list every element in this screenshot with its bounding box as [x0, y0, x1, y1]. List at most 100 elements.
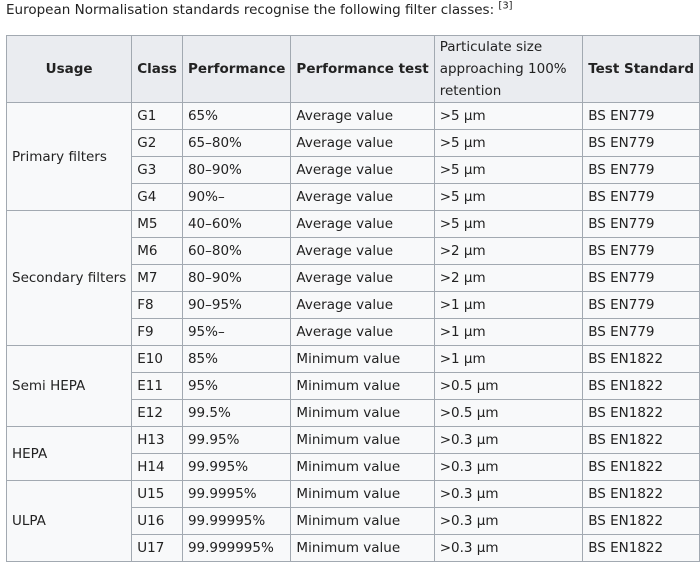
particulate-size-cell: >0.3 µm — [433, 507, 584, 535]
class-cell: G4 — [131, 183, 183, 211]
test-standard-cell: BS EN779 — [582, 210, 700, 238]
usage-cell: ULPA — [5, 480, 133, 562]
class-cell: U16 — [131, 507, 183, 535]
test-standard-cell: BS EN1822 — [582, 345, 700, 373]
particulate-size-cell: >5 µm — [433, 210, 584, 238]
header-performance: Performance — [181, 35, 292, 103]
performance-cell: 80–90% — [181, 156, 292, 184]
test-standard-cell: BS EN1822 — [582, 480, 700, 508]
class-cell: U15 — [131, 480, 183, 508]
particulate-size-cell: >1 µm — [433, 291, 584, 319]
performance-cell: 90%– — [181, 183, 292, 211]
particulate-size-cell: >1 µm — [433, 318, 584, 346]
reference-link[interactable]: [3] — [498, 1, 512, 12]
class-cell: G3 — [131, 156, 183, 184]
class-cell: G2 — [131, 129, 183, 157]
table-row: HEPA H13 99.95% Minimum value >0.3 µm BS EN18… — [5, 426, 700, 481]
performance-test-cell: Minimum value — [290, 534, 435, 562]
particulate-size-cell: >2 µm — [433, 237, 584, 265]
class-cell: U17 — [131, 534, 183, 562]
test-standard-cell: BS EN1822 — [582, 399, 700, 427]
class-cell: E10 — [131, 345, 183, 373]
usage-cell: Semi HEPA — [5, 345, 133, 427]
performance-cell: 90–95% — [181, 291, 292, 319]
particulate-size-cell: >5 µm — [433, 129, 584, 157]
table-row: Semi HEPA E10 85% Minimum value >1 µm BS EN18… — [5, 345, 700, 427]
performance-cell: 99.95% — [181, 426, 292, 454]
performance-cell: 99.99995% — [181, 507, 292, 535]
header-particulate-line1: Particulate size — [439, 39, 543, 55]
performance-test-cell: Minimum value — [290, 507, 435, 535]
performance-test-cell: Average value — [290, 237, 435, 265]
test-standard-cell: BS EN779 — [582, 264, 700, 292]
filter-classes-table: Usage Class Performance Performance test… — [5, 35, 700, 562]
performance-test-cell: Minimum value — [290, 345, 435, 373]
performance-test-cell: Average value — [290, 318, 435, 346]
class-cell: H13 — [131, 426, 183, 454]
particulate-size-cell: >5 µm — [433, 183, 584, 211]
performance-cell: 60–80% — [181, 237, 292, 265]
class-cell: H14 — [131, 453, 183, 481]
performance-test-cell: Minimum value — [290, 480, 435, 508]
test-standard-cell: BS EN779 — [582, 237, 700, 265]
performance-test-cell: Minimum value — [290, 399, 435, 427]
test-standard-cell: BS EN779 — [582, 129, 700, 157]
performance-cell: 99.9995% — [181, 480, 292, 508]
test-standard-cell: BS EN1822 — [582, 507, 700, 535]
particulate-size-cell: >1 µm — [433, 345, 584, 373]
test-standard-cell: BS EN1822 — [582, 453, 700, 481]
performance-test-cell: Average value — [290, 210, 435, 238]
table-row: ULPA U15 99.9995% Minimum value >0.3 µm BS EN… — [5, 480, 700, 562]
class-cell: G1 — [131, 102, 183, 130]
test-standard-cell: BS EN779 — [582, 318, 700, 346]
particulate-size-cell: >0.3 µm — [433, 453, 584, 481]
header-test-standard: Test Standard — [582, 35, 700, 103]
performance-cell: 80–90% — [181, 264, 292, 292]
header-usage: Usage — [5, 35, 133, 103]
test-standard-cell: BS EN779 — [582, 291, 700, 319]
performance-cell: 85% — [181, 345, 292, 373]
header-class: Class — [131, 35, 183, 103]
particulate-size-cell: >0.5 µm — [433, 399, 584, 427]
usage-cell: HEPA — [5, 426, 133, 481]
class-cell: M5 — [131, 210, 183, 238]
performance-cell: 65–80% — [181, 129, 292, 157]
header-performance-test: Performance test — [290, 35, 435, 103]
particulate-size-cell: >0.3 µm — [433, 480, 584, 508]
table-header-row: Usage Class Performance Performance test… — [5, 35, 700, 103]
particulate-size-cell: >0.5 µm — [433, 372, 584, 400]
performance-test-cell: Minimum value — [290, 372, 435, 400]
usage-cell: Primary filters — [5, 102, 133, 211]
class-cell: F9 — [131, 318, 183, 346]
performance-test-cell: Minimum value — [290, 426, 435, 454]
performance-test-cell: Average value — [290, 183, 435, 211]
class-cell: E11 — [131, 372, 183, 400]
performance-cell: 65% — [181, 102, 292, 130]
performance-cell: 95%– — [181, 318, 292, 346]
test-standard-cell: BS EN1822 — [582, 372, 700, 400]
performance-cell: 99.5% — [181, 399, 292, 427]
performance-test-cell: Average value — [290, 264, 435, 292]
particulate-size-cell: >5 µm — [433, 156, 584, 184]
table-row: Secondary filters M5 40–60% Average value >5… — [5, 210, 700, 346]
performance-cell: 40–60% — [181, 210, 292, 238]
class-cell: M6 — [131, 237, 183, 265]
intro-paragraph: European Normalisation standards recogni… — [6, 0, 513, 20]
performance-test-cell: Average value — [290, 291, 435, 319]
header-particulate-line2: approaching 100% retention — [439, 61, 567, 99]
intro-text: European Normalisation standards recogni… — [6, 2, 495, 18]
test-standard-cell: BS EN779 — [582, 102, 700, 130]
header-particulate-size: Particulate size approaching 100% retent… — [433, 35, 584, 103]
performance-cell: 95% — [181, 372, 292, 400]
particulate-size-cell: >0.3 µm — [433, 426, 584, 454]
performance-test-cell: Average value — [290, 102, 435, 130]
performance-test-cell: Minimum value — [290, 453, 435, 481]
class-cell: E12 — [131, 399, 183, 427]
performance-cell: 99.999995% — [181, 534, 292, 562]
particulate-size-cell: >0.3 µm — [433, 534, 584, 562]
performance-test-cell: Average value — [290, 156, 435, 184]
particulate-size-cell: >5 µm — [433, 102, 584, 130]
usage-cell: Secondary filters — [5, 210, 133, 346]
particulate-size-cell: >2 µm — [433, 264, 584, 292]
table-row: Primary filters G1 65% Average value >5 µm BS… — [5, 102, 700, 211]
